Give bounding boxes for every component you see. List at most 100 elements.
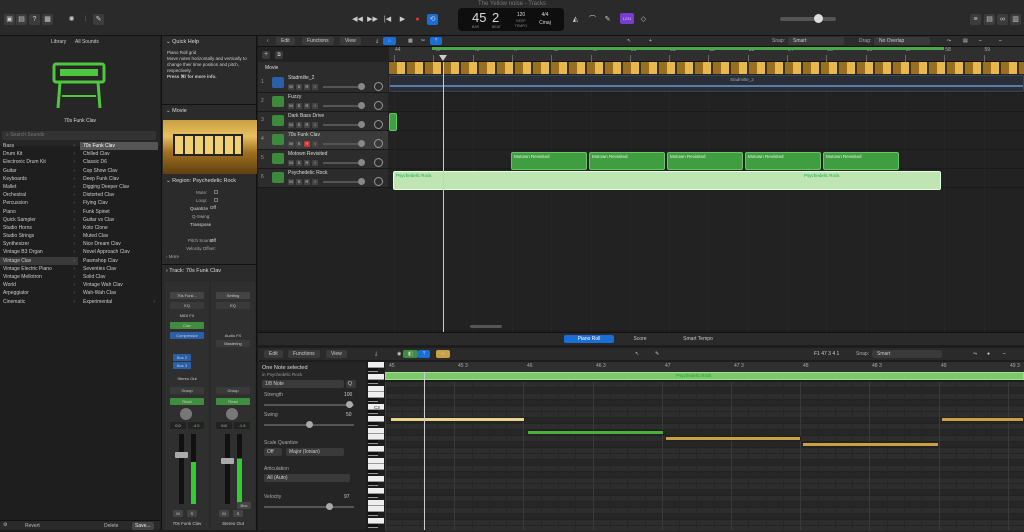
motown-region[interactable]: Motown Revisited [745,152,821,170]
edit-menu[interactable]: Edit [264,350,283,358]
library-category-item[interactable]: Vintage Clav › [0,256,78,265]
motown-region[interactable]: Motown Revisited [589,152,665,170]
track-pan-knob[interactable] [374,82,383,91]
piano-key[interactable] [368,524,378,528]
track-pan-knob[interactable] [374,158,383,167]
loops-icon[interactable]: ∞ [997,14,1008,25]
delete-button[interactable]: Delete [104,523,118,529]
piano-key[interactable] [368,422,378,426]
track-m-button[interactable]: M [288,84,294,90]
track-pan-knob[interactable] [374,101,383,110]
list-editors-icon[interactable]: ≡ [970,14,981,25]
library-button[interactable]: ▣ [4,14,15,25]
library-category-item[interactable]: Bass › [0,142,78,150]
track-volume-knob[interactable] [358,121,365,128]
piano-key[interactable] [368,512,378,516]
quantize-select[interactable]: Off [210,205,216,210]
automation-mode[interactable]: Read [170,398,204,405]
color-icon[interactable]: ∞ [436,350,450,358]
library-patch-item[interactable]: Deep Funk Clav [80,175,158,183]
piano-key[interactable] [368,452,378,456]
bounce-button[interactable]: Bnc [237,502,251,509]
scale-select[interactable]: Major (Ionian) [286,448,344,456]
library-category-item[interactable]: Percussion › [0,199,78,207]
track-header[interactable]: 6 Psychedelic Rock M S R I [258,169,388,188]
edit-menu[interactable]: Edit [276,37,295,45]
motown-region[interactable]: Motown Revisited [667,152,743,170]
pencil-tool-icon[interactable]: + [644,37,657,45]
library-category-item[interactable]: Electronic Drum Kit › [0,158,78,166]
instrument-slot[interactable]: Clav [170,322,204,329]
lcd-tempo[interactable]: 120 [514,12,528,18]
tab-piano-roll[interactable]: Piano Roll [564,335,614,343]
psychedelic-rock-region[interactable]: Psychedelic Rock Psychedelic Rock [393,171,941,190]
cycle-region[interactable] [432,47,944,50]
back-icon[interactable]: ‹ [262,37,272,45]
piano-key[interactable] [368,410,378,414]
library-category-item[interactable]: World › [0,281,78,289]
track-m-button[interactable]: M [288,141,294,147]
mastering-slot[interactable]: Mastering [216,340,250,347]
track-volume-knob[interactable] [358,102,365,109]
track-s-button[interactable]: S [296,122,302,128]
library-category-item[interactable]: Quick Sampler › [0,216,78,224]
library-patch-item[interactable]: Guitar vs Clav [80,216,158,224]
track-s-button[interactable]: S [296,160,302,166]
functions-menu[interactable]: Functions [288,350,320,358]
track-header[interactable]: 2 Fuzzy M S R I [258,93,388,112]
volume-fader[interactable] [225,434,230,504]
waveform-zoom-icon[interactable]: ⤳ [942,37,956,45]
record-icon[interactable]: ● [412,14,423,25]
pointer-tool-icon[interactable]: ↖ [622,37,636,45]
track-i-button[interactable]: I [312,122,318,128]
link-icon[interactable]: ⤒ [418,350,431,358]
piano-roll-grid[interactable] [385,382,1024,532]
drag-select[interactable]: No Overlap [874,37,930,45]
collapse-icon[interactable]: ◧ [403,350,418,358]
track-volume-slider[interactable] [323,86,358,88]
save-button[interactable]: Save... [132,522,154,530]
solo-button[interactable]: S [187,510,197,517]
track-i-button[interactable]: I [312,84,318,90]
zoom-icon[interactable]: ▤ [958,37,973,45]
library-patch-item[interactable]: Cop Show Clav [80,167,158,175]
midi-note[interactable] [527,430,664,435]
audio-fx-slot[interactable]: Compressor [170,332,204,339]
velocity-slider[interactable] [264,506,354,508]
library-category-item[interactable]: Vintage Mellotron › [0,273,78,281]
mute-checkbox[interactable] [214,190,218,194]
settings-icon[interactable]: ✺ [66,14,77,25]
piano-key[interactable] [368,398,378,402]
articulation-select[interactable]: All (Auto) [264,474,350,482]
track-volume-knob[interactable] [358,159,365,166]
audio-region[interactable]: Stadmilte_2 [389,75,1024,92]
eq-thumbnail[interactable]: EQ [170,302,204,309]
master-volume-knob[interactable] [814,14,823,23]
library-patch-item[interactable]: Solid Clav [80,273,158,281]
library-patch-item[interactable]: Flying Clav [80,199,158,207]
zoom-icon[interactable]: ● [982,350,995,358]
horizontal-zoom-icon[interactable]: ⎯ [998,350,1011,358]
library-patch-item[interactable]: Koto Clone [80,224,158,232]
rewind-icon[interactable]: ◀◀ [352,14,363,25]
tab-smart-tempo[interactable]: Smart Tempo [668,335,728,343]
revert-button[interactable]: Revert [25,523,40,529]
track-volume-slider[interactable] [323,162,358,164]
volume-fader[interactable] [179,434,184,504]
cycle-icon[interactable]: ⟲ [427,14,438,25]
midi-note[interactable] [665,436,801,441]
waveform-zoom-icon[interactable]: ⤳ [968,350,982,358]
more-disclosure[interactable]: › More [166,254,179,259]
midi-note[interactable] [390,417,525,422]
library-patch-item[interactable]: Experimental › [80,298,158,306]
search-input[interactable]: ⌕ Search Sounds [2,131,156,140]
track-lanes[interactable]: Stadmilte_2 Motown Revisited Motown Revisi… [389,74,1024,332]
track-pan-knob[interactable] [374,177,383,186]
track-r-button[interactable]: R [304,179,310,185]
master-volume-slider[interactable] [780,17,836,21]
track-volume-slider[interactable] [323,181,358,183]
catch-playhead-icon[interactable]: ⤒ [430,37,443,45]
motown-region[interactable]: Motown Revisited [823,152,899,170]
track-volume-slider[interactable] [323,124,358,126]
send-slot-2[interactable]: Bus 3 [173,362,191,369]
